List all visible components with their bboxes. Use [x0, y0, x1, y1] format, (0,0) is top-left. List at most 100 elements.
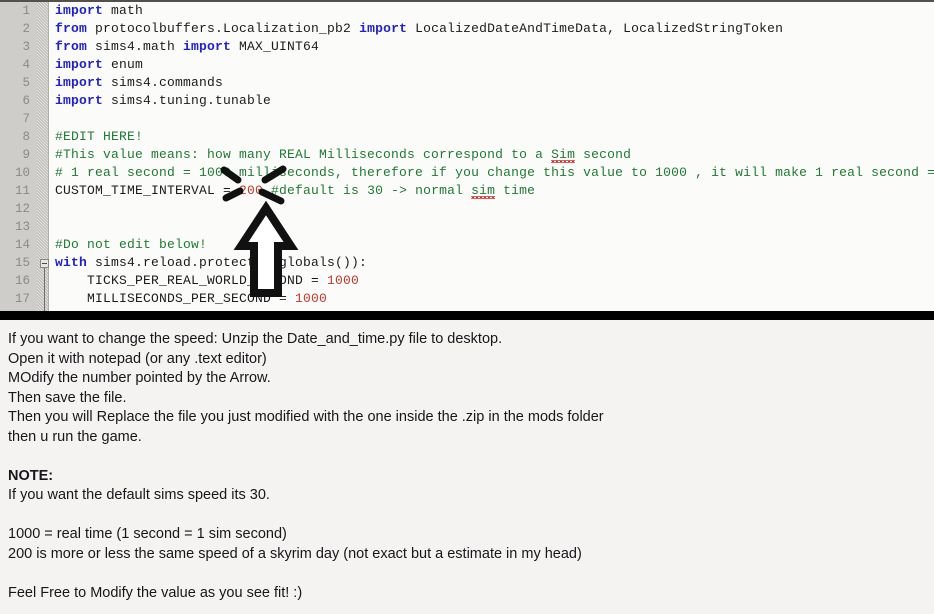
instruction-line: If you want the default sims speed its 3…	[8, 487, 270, 503]
code-token: #This value means: how many REAL Millise…	[55, 147, 552, 162]
instruction-line: MOdify the number pointed by the Arrow.	[8, 370, 271, 386]
section-divider	[0, 311, 934, 320]
line-number: 17	[14, 292, 30, 306]
code-token: import	[359, 21, 416, 36]
instruction-line: 200 is more or less the same speed of a …	[8, 545, 582, 562]
instruction-line	[8, 506, 934, 526]
code-line[interactable]: 2 from protocolbuffers.Localization_pb2 i…	[0, 20, 934, 38]
line-number: 10	[14, 166, 30, 180]
code-line[interactable]: 13	[0, 218, 934, 236]
screenshot-root: 1 import math 2 from protocolbuffers.Locali…	[0, 0, 934, 614]
code-line-text: from sims4.math import MAX_UINT64	[55, 38, 319, 56]
code-token: 1000	[327, 273, 360, 288]
line-number: 16	[14, 274, 30, 288]
instruction-line: If you want to change the speed: Unzip t…	[8, 331, 503, 347]
code-line-text: import sims4.tuning.tunable	[55, 92, 271, 110]
code-token: #Do not edit below!	[55, 237, 208, 252]
instruction-line	[8, 564, 934, 584]
code-line-text: import enum	[55, 56, 143, 74]
code-token: MAX_UINT64	[239, 39, 320, 54]
code-token: LocalizedDateAndTimeData, LocalizedStrin…	[415, 21, 784, 36]
code-token: from	[55, 21, 96, 36]
line-number: 5	[22, 76, 30, 90]
code-token: from	[55, 39, 96, 54]
code-token: import	[55, 75, 112, 90]
code-token: #default is 30 -> normal	[263, 183, 472, 198]
code-line-text: #Do not edit below!	[55, 236, 207, 254]
code-lines-container[interactable]: 1 import math 2 from protocolbuffers.Locali…	[0, 2, 934, 311]
instruction-line: 1000 = real time (1 second = 1 sim secon…	[8, 526, 287, 542]
code-line-text: #EDIT HERE!	[55, 128, 143, 146]
code-line-text: import math	[55, 2, 143, 20]
instructions-text-block: If you want to change the speed: Unzip t…	[8, 330, 934, 603]
line-number: 12	[14, 202, 30, 216]
code-token: enum	[111, 57, 144, 72]
code-token: time	[495, 183, 536, 198]
code-token: with	[55, 255, 96, 270]
line-number: 3	[22, 40, 30, 54]
instructions-pane: If you want to change the speed: Unzip t…	[0, 320, 934, 614]
code-line[interactable]: 9 #This value means: how many REAL Millis…	[0, 146, 934, 164]
code-line[interactable]: 5 import sims4.commands	[0, 74, 934, 92]
instruction-line: then u run the game.	[8, 428, 142, 445]
code-token: protocolbuffers.Localization_pb2	[95, 21, 360, 36]
code-token: sims4.reload.protected(globals()):	[95, 255, 368, 270]
code-token: # 1 real second = 1000 milliseconds, the…	[55, 165, 934, 180]
line-number: 8	[22, 130, 30, 144]
code-line[interactable]: 4 import enum	[0, 56, 934, 74]
code-token: import	[183, 39, 240, 54]
code-line-text: with sims4.reload.protected(globals()):	[55, 254, 367, 272]
code-line[interactable]: 10 # 1 real second = 1000 milliseconds, t…	[0, 164, 934, 182]
line-number: 1	[22, 4, 30, 18]
code-fold-toggle-icon[interactable]	[40, 259, 49, 268]
code-token: sims4.commands	[111, 75, 224, 90]
code-token: 200	[239, 183, 264, 198]
line-number: 13	[14, 220, 30, 234]
code-line[interactable]: 3 from sims4.math import MAX_UINT64	[0, 38, 934, 56]
code-line[interactable]: 1 import math	[0, 2, 934, 20]
code-line[interactable]: 7	[0, 110, 934, 128]
code-token: #EDIT HERE!	[55, 129, 144, 144]
code-line-text: import sims4.commands	[55, 74, 223, 92]
instruction-line: Then save the file.	[8, 389, 127, 406]
code-fold-guide-line	[44, 268, 45, 311]
line-number: 11	[14, 184, 30, 198]
code-line-text: from protocolbuffers.Localization_pb2 im…	[55, 20, 783, 38]
code-line[interactable]: 6 import sims4.tuning.tunable	[0, 92, 934, 110]
code-line[interactable]: 12	[0, 200, 934, 218]
instruction-heading: NOTE:	[8, 467, 54, 484]
code-token: import	[55, 93, 112, 108]
code-line[interactable]: 17 MILLISECONDS_PER_SECOND = 1000	[0, 290, 934, 308]
code-token: TICKS_PER_REAL_WORLD_SECOND =	[55, 273, 328, 288]
line-number: 7	[22, 112, 30, 126]
code-token: 1000	[295, 291, 328, 306]
line-number: 14	[14, 238, 30, 252]
code-token: import	[55, 57, 112, 72]
instruction-line: Then you will Replace the file you just …	[8, 409, 604, 425]
code-token: sims4.math	[95, 39, 184, 54]
code-line[interactable]: 11 CUSTOM_TIME_INTERVAL = 200 #default is…	[0, 182, 934, 200]
code-line[interactable]: 16 TICKS_PER_REAL_WORLD_SECOND = 1000	[0, 272, 934, 290]
code-token: sims4.tuning.tunable	[111, 93, 272, 108]
instruction-line: Open it with notepad (or any .text edito…	[8, 350, 267, 367]
misspelled-word: sim	[471, 183, 496, 198]
code-line[interactable]: 8 #EDIT HERE!	[0, 128, 934, 146]
code-line-text: TICKS_PER_REAL_WORLD_SECOND = 1000	[55, 272, 359, 290]
code-line-text: # 1 real second = 1000 milliseconds, the…	[55, 164, 934, 182]
code-token: second	[575, 147, 632, 162]
code-line-text: #This value means: how many REAL Millise…	[55, 146, 631, 164]
line-number: 15	[14, 256, 30, 270]
instruction-line	[8, 447, 934, 467]
code-line[interactable]: 15 with sims4.reload.protected(globals())…	[0, 254, 934, 272]
code-token: CUSTOM_TIME_INTERVAL =	[55, 183, 240, 198]
code-line[interactable]: 14 #Do not edit below!	[0, 236, 934, 254]
code-line-text: MILLISECONDS_PER_SECOND = 1000	[55, 290, 327, 308]
code-token: math	[111, 3, 144, 18]
misspelled-word: Sim	[551, 147, 576, 162]
code-editor-pane[interactable]: 1 import math 2 from protocolbuffers.Locali…	[0, 0, 934, 311]
line-number: 2	[22, 22, 30, 36]
line-number: 6	[22, 94, 30, 108]
instruction-line: Feel Free to Modify the value as you see…	[8, 584, 303, 601]
code-token: import	[55, 3, 112, 18]
code-line-text: CUSTOM_TIME_INTERVAL = 200 #default is 3…	[55, 182, 535, 200]
